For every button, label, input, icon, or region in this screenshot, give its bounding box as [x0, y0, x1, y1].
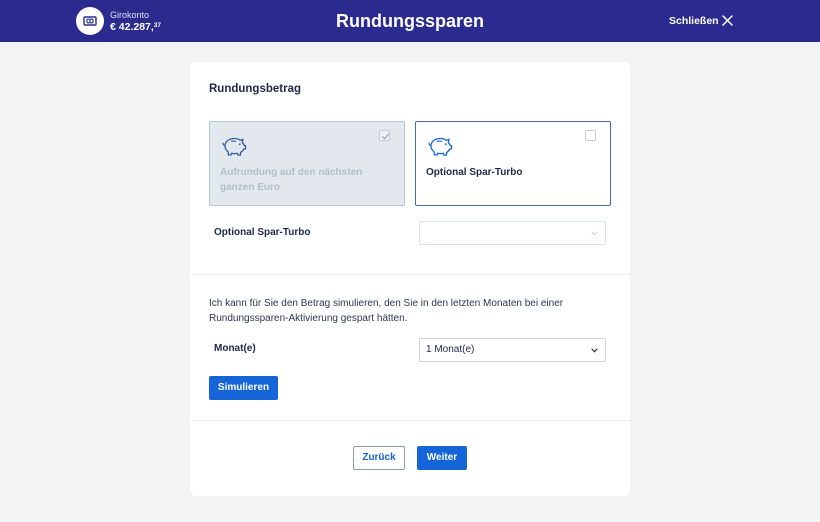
months-select[interactable]: 1 Monat(e) — [419, 338, 606, 362]
tile-round-up-label: Aufrundung auf den nächsten ganzen Euro — [220, 167, 363, 193]
chevron-down-icon — [591, 348, 598, 353]
section-title: Rundungsbetrag — [209, 83, 301, 95]
divider-bottom — [190, 420, 630, 421]
piggy-bank-icon — [222, 137, 247, 156]
turbo-field-label: Optional Spar-Turbo — [214, 227, 311, 238]
simulation-description: Ich kann für Sie den Betrag simulieren, … — [209, 298, 564, 324]
turbo-select[interactable] — [419, 221, 606, 245]
back-button[interactable]: Zurück — [353, 446, 405, 470]
piggy-bank-icon — [428, 137, 453, 156]
tile-spar-turbo-label: Optional Spar-Turbo — [426, 167, 523, 178]
top-bar: Girokonto € 42.287,37 Rundungssparen Sch… — [0, 0, 820, 42]
savings-card: Rundungsbetrag Aufrundung auf den nächst… — [190, 62, 630, 496]
next-button[interactable]: Weiter — [417, 446, 467, 470]
tile-round-up: Aufrundung auf den nächsten ganzen Euro — [209, 121, 405, 206]
close-icon[interactable] — [721, 14, 734, 27]
divider-top — [190, 274, 630, 275]
tile-round-up-checkbox[interactable] — [379, 130, 390, 141]
simulate-button[interactable]: Simulieren — [209, 376, 278, 400]
checkmark-icon — [381, 133, 390, 140]
tile-spar-turbo-checkbox[interactable] — [585, 130, 596, 141]
close-button[interactable]: Schließen — [669, 14, 719, 28]
months-select-value: 1 Monat(e) — [426, 344, 475, 355]
months-field-label: Monat(e) — [214, 343, 256, 354]
chevron-down-icon — [591, 231, 598, 236]
tile-spar-turbo[interactable]: Optional Spar-Turbo — [415, 121, 611, 206]
